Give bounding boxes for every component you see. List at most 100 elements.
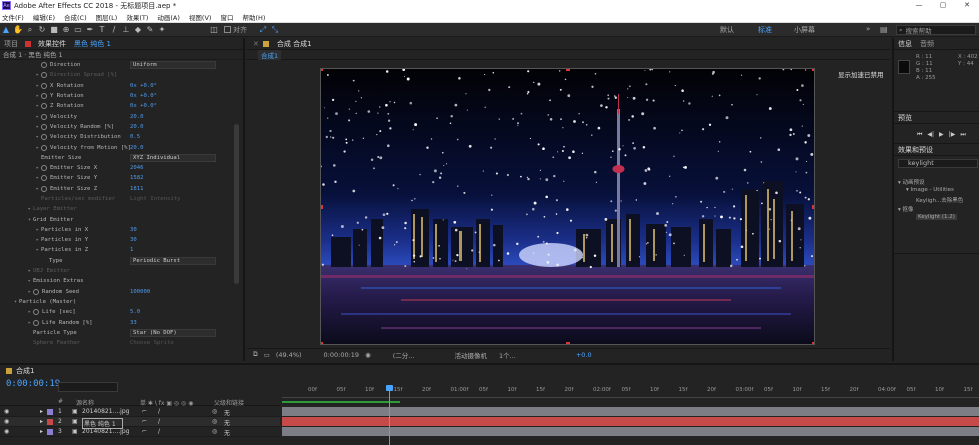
property-row[interactable]: ▸ Emission Extras (0, 276, 243, 286)
snap-icon[interactable]: ◫ (208, 24, 220, 36)
eraser-tool-icon[interactable]: ◆ (132, 24, 144, 36)
zoom-level[interactable]: (49.4%) (276, 351, 302, 359)
tree-animation-presets[interactable]: ▾ 动画预设 (898, 178, 925, 186)
twirl-icon[interactable]: ▸ (40, 418, 43, 425)
workspace-small-screen[interactable]: 小屏幕 (794, 25, 815, 35)
shy-switch-icon[interactable]: ⌐ (142, 428, 147, 435)
stopwatch-icon[interactable] (33, 309, 39, 316)
layer-row[interactable]: ◉ ▸ 1 ▣ 20140821....jpg ⌐ / ◎ 无 (0, 407, 280, 417)
property-row[interactable]: Type Periodic Burst (0, 256, 243, 266)
eye-icon[interactable]: ◉ (4, 428, 9, 435)
layer-bar-2[interactable] (282, 417, 979, 426)
tab-effect-controls[interactable]: 效果控件 (34, 39, 70, 49)
scrollbar[interactable] (234, 124, 239, 284)
property-value[interactable]: 1 (130, 247, 133, 253)
snap-align-icon[interactable]: ⤡ (269, 24, 281, 36)
stopwatch-icon[interactable] (41, 62, 47, 69)
stopwatch-icon[interactable] (41, 175, 47, 182)
stopwatch-icon[interactable] (41, 165, 47, 172)
property-row[interactable]: ▸ Velocity Random [%] 20.0 (0, 122, 243, 132)
search-help-input[interactable]: ⌕ 搜索帮助 (896, 25, 976, 35)
stopwatch-icon[interactable] (41, 144, 47, 151)
layer-bar-3[interactable] (282, 427, 979, 436)
stopwatch-icon[interactable] (41, 123, 47, 130)
close-button[interactable]: ✕ (955, 0, 979, 11)
current-time[interactable]: 0:00:00:19 (324, 351, 360, 359)
property-row[interactable]: ▸ Layer Emitter (0, 204, 243, 214)
property-value[interactable]: 0x +0.0° (130, 93, 157, 99)
stopwatch-icon[interactable] (33, 319, 39, 326)
property-row[interactable]: ▸ Emitter Size X 2046 (0, 163, 243, 173)
zoom-tool-icon[interactable]: ⌕ (24, 24, 36, 36)
property-row[interactable]: ▸ Random Seed 100000 (0, 287, 243, 297)
timeline-tab[interactable]: 合成1 (16, 366, 34, 376)
stopwatch-icon[interactable] (41, 72, 47, 79)
label-color-icon[interactable] (47, 419, 53, 425)
property-row[interactable]: ▸ Particles in Y 30 (0, 235, 243, 245)
tree-keylight-effect[interactable]: Keylight (1.2) (916, 214, 957, 220)
tab-project[interactable]: 项目 (0, 39, 22, 49)
stopwatch-icon[interactable] (41, 113, 47, 120)
parent-dropdown[interactable]: 无 (224, 418, 230, 427)
menu-layer[interactable]: 图层(L) (96, 12, 118, 22)
camera-dropdown[interactable]: 活动摄像机 (454, 350, 487, 360)
hand-tool-icon[interactable]: ✋ (12, 24, 24, 36)
property-dropdown[interactable]: Star (No DOF) (130, 328, 216, 337)
layer-row[interactable]: ◉ ▸ 3 ▣ 20140821....jpg ⌐ / ◎ 无 (0, 427, 280, 437)
resolution-dropdown[interactable]: (二分... (393, 350, 415, 360)
workspace-more-button[interactable]: » (866, 25, 870, 33)
property-row[interactable]: ▸ Emitter Size Z 1811 (0, 184, 243, 194)
menu-effect[interactable]: 效果(T) (126, 12, 148, 22)
workspace-standard[interactable]: 标准 (758, 25, 772, 35)
property-row[interactable]: ▾ Particle (Master) (0, 297, 243, 307)
property-value[interactable]: 5.0 (130, 309, 140, 315)
property-row[interactable]: Particles/sec modifier Light Intensity (0, 194, 243, 204)
puppet-pin-tool-icon[interactable]: ✦ (156, 24, 168, 36)
property-value[interactable]: 0x +0.0° (130, 103, 157, 109)
property-value[interactable]: 20.0 (130, 145, 143, 151)
region-icon[interactable]: ▭ (264, 351, 270, 359)
twirl-icon[interactable]: ▸ (40, 428, 43, 435)
property-row[interactable]: Emitter Size XYZ Individual (0, 153, 243, 163)
parent-pickwhip-icon[interactable]: ◎ (212, 408, 217, 415)
menu-help[interactable]: 帮助(H) (242, 12, 265, 22)
comp-subtab[interactable]: 合成1 (258, 49, 282, 60)
property-row[interactable]: ▸ Life [sec] 5.0 (0, 307, 243, 317)
work-area-bar[interactable] (282, 401, 400, 403)
always-preview-icon[interactable]: ⧉ (253, 350, 258, 359)
quality-switch-icon[interactable]: / (158, 418, 160, 425)
property-value[interactable]: 33 (130, 320, 137, 326)
property-value[interactable]: 1582 (130, 175, 143, 181)
property-row[interactable]: ▸ OBJ Emitter (0, 266, 243, 276)
property-value[interactable]: 20.0 (130, 124, 143, 130)
label-color-icon[interactable] (47, 429, 53, 435)
property-value[interactable]: 30 (130, 227, 137, 233)
property-row[interactable]: Direction Uniform (0, 60, 243, 70)
property-row[interactable]: ▸ Velocity Distribution 0.5 (0, 132, 243, 142)
property-row[interactable]: ▸ Velocity 20.0 (0, 111, 243, 121)
quality-switch-icon[interactable]: / (158, 428, 160, 435)
parent-dropdown[interactable]: 无 (224, 428, 230, 437)
eye-icon[interactable]: ◉ (4, 418, 9, 425)
property-value[interactable]: 20.0 (130, 114, 143, 120)
parent-pickwhip-icon[interactable]: ◎ (212, 418, 217, 425)
tree-image-utilities[interactable]: ▾ Image - Utilities (906, 187, 954, 193)
property-row[interactable]: ▸ Direction Spread [%] (0, 70, 243, 80)
menu-animation[interactable]: 动画(A) (157, 12, 180, 22)
effects-search-input[interactable]: keylight (898, 159, 978, 168)
play-icon[interactable]: ▶ (939, 131, 944, 139)
tree-keying[interactable]: ▾ 抠像 (898, 205, 914, 213)
stopwatch-icon[interactable] (41, 93, 47, 100)
exposure-value[interactable]: +0.0 (576, 351, 592, 359)
minimize-button[interactable]: — (907, 0, 931, 11)
menu-composition[interactable]: 合成(C) (64, 12, 87, 22)
shy-switch-icon[interactable]: ⌐ (142, 408, 147, 415)
property-row[interactable]: ▸ Z Rotation 0x +0.0° (0, 101, 243, 111)
shy-switch-icon[interactable]: ⌐ (142, 418, 147, 425)
property-row[interactable]: ▸ X Rotation 0x +0.0° (0, 81, 243, 91)
layer-row[interactable]: ◉ ▸ 2 ▣ 黑色 纯色 1 ⌐ / ◎ 无 (0, 417, 280, 429)
property-row[interactable]: ▾ Grid Emitter (0, 214, 243, 224)
twirl-icon[interactable]: ▸ (40, 408, 43, 415)
property-row[interactable]: ▸ Particles in Z1 (0, 245, 243, 255)
views-dropdown[interactable]: 1个... (499, 350, 516, 360)
